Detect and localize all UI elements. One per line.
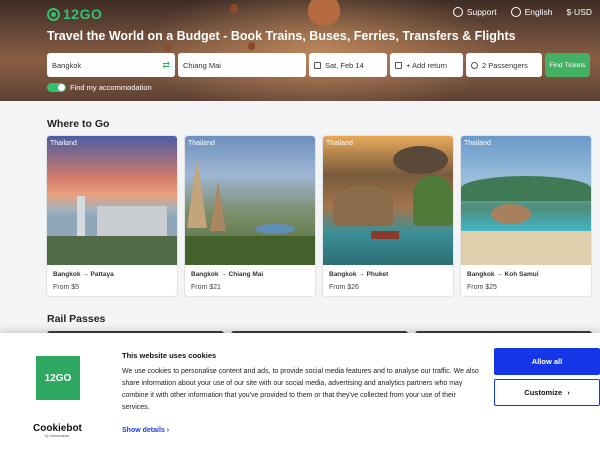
destination-image (323, 136, 453, 265)
support-label: Support (466, 7, 497, 17)
language-selector[interactable]: English (510, 7, 553, 17)
cookie-title: This website uses cookies (122, 351, 217, 360)
calendar-icon (395, 61, 402, 69)
globe-icon (510, 7, 521, 17)
top-bar: 12GO Support English $·USD (0, 0, 600, 26)
from-field[interactable]: Bangkok ⇄ (47, 53, 175, 77)
to-value: Chiang Mai (183, 60, 221, 70)
card-price: From $5 (53, 284, 80, 291)
card-country: Thailand (464, 140, 491, 147)
card-route: Bangkok → Phuket (329, 271, 389, 278)
person-icon (471, 61, 478, 69)
return-value: + Add return (406, 60, 448, 70)
card-route: Bangkok → Koh Samui (467, 271, 539, 278)
date-value: Sat, Feb 14 (325, 60, 364, 70)
return-field[interactable]: + Add return (390, 53, 463, 77)
language-label: English (524, 7, 553, 17)
balloon-image (248, 42, 255, 50)
destination-image (461, 136, 591, 265)
destination-card[interactable]: Thailand Bangkok → Koh Samui From $25 (461, 136, 591, 296)
chevron-right-icon: › (567, 388, 570, 397)
customize-button[interactable]: Customize › (494, 379, 600, 406)
card-country: Thailand (188, 140, 215, 147)
accommodation-toggle-row[interactable]: Find my accommodation (47, 83, 152, 92)
hero-banner: 12GO Support English $·USD Travel the Wo… (0, 0, 600, 101)
accommodation-label: Find my accommodation (70, 83, 152, 92)
where-to-go-title: Where to Go (47, 118, 110, 130)
card-country: Thailand (326, 140, 353, 147)
from-value: Bangkok (52, 60, 82, 70)
destination-cards: Thailand Bangkok → Pattaya From $5 Thail… (47, 136, 591, 296)
cookie-banner: 12GO Cookiebot by Usercentrics This webs… (0, 333, 600, 450)
card-price: From $25 (467, 284, 497, 291)
card-price: From $21 (191, 284, 221, 291)
passengers-value: 2 Passengers (482, 60, 528, 70)
destination-card[interactable]: Thailand Bangkok → Phuket From $26 (323, 136, 453, 296)
balloon-image (165, 44, 171, 51)
cookie-site-logo: 12GO (36, 356, 80, 400)
destination-image (185, 136, 315, 265)
accommodation-toggle[interactable] (47, 83, 66, 92)
card-route: Bangkok → Pattaya (53, 271, 114, 278)
show-details-link[interactable]: Show details › (122, 427, 169, 434)
destination-card[interactable]: Thailand Bangkok → Chiang Mai From $21 (185, 136, 315, 296)
to-field[interactable]: Chiang Mai (178, 53, 306, 77)
currency-label: $·USD (566, 7, 592, 17)
calendar-icon (314, 61, 321, 69)
destination-card[interactable]: Thailand Bangkok → Pattaya From $5 (47, 136, 177, 296)
support-icon (452, 7, 463, 17)
card-price: From $26 (329, 284, 359, 291)
show-details-label: Show details (122, 427, 165, 434)
cookiebot-sub: by Usercentrics (45, 434, 70, 438)
passengers-field[interactable]: 2 Passengers (466, 53, 542, 77)
site-logo[interactable]: 12GO (47, 6, 102, 22)
chevron-right-icon: › (166, 427, 170, 434)
top-links: Support English $·USD (452, 7, 592, 17)
support-link[interactable]: Support (452, 7, 497, 17)
card-route: Bangkok → Chiang Mai (191, 271, 264, 278)
card-country: Thailand (50, 140, 77, 147)
rail-passes-title: Rail Passes (47, 313, 106, 325)
logo-icon (47, 7, 60, 21)
allow-all-button[interactable]: Allow all (494, 348, 600, 375)
cookie-text: We use cookies to personalise content an… (122, 368, 479, 411)
search-form: Bangkok ⇄ Chiang Mai Sat, Feb 14 + Add r… (47, 53, 590, 77)
cookiebot-logo: Cookiebot (33, 423, 82, 434)
destination-image (47, 136, 177, 265)
currency-selector[interactable]: $·USD (566, 7, 592, 17)
page-title: Travel the World on a Budget - Book Trai… (47, 29, 516, 43)
swap-icon[interactable]: ⇄ (162, 60, 170, 71)
date-field[interactable]: Sat, Feb 14 (309, 53, 387, 77)
find-tickets-button[interactable]: Find Tickets (545, 53, 590, 77)
logo-text: 12GO (63, 6, 103, 22)
customize-label: Customize (524, 388, 563, 397)
